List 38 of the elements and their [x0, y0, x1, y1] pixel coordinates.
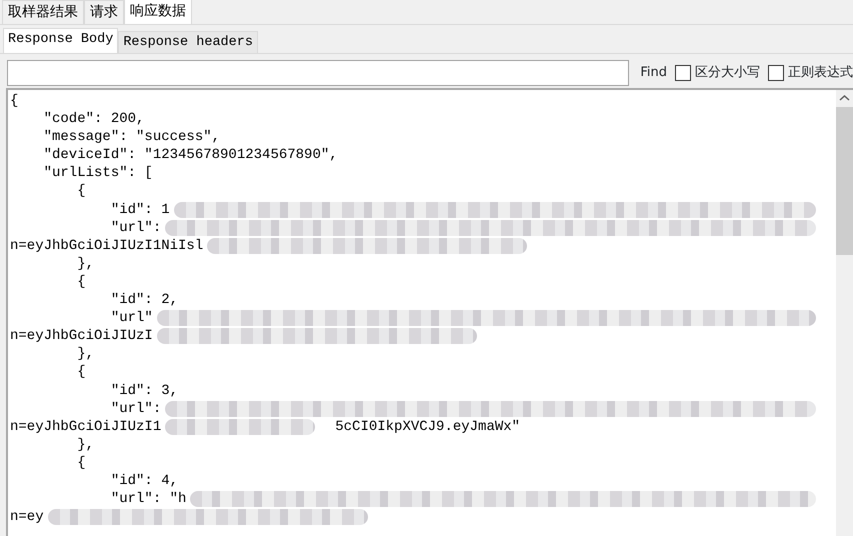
checkbox[interactable] [675, 65, 691, 81]
code-line: { [76, 182, 86, 201]
checkbox-label: 区分大小写 [695, 64, 760, 82]
code-line: }, [76, 254, 94, 273]
checkbox[interactable] [768, 65, 784, 81]
code-line: "id": 3, [110, 382, 178, 400]
code-line: "url": [110, 218, 162, 237]
code-line: "url": "h [110, 490, 186, 508]
tab[interactable]: 请求 [84, 0, 124, 24]
tab[interactable]: 响应数据 [124, 0, 192, 24]
tab[interactable]: Response Body [3, 28, 118, 53]
code-line: }, [76, 345, 94, 364]
code-line: }, [76, 436, 94, 454]
checkbox-label: 正则表达式 [788, 64, 853, 82]
search-field[interactable] [7, 60, 630, 86]
code-line: "urlLists": [ [42, 164, 153, 182]
code-line: "id": 2, [110, 291, 178, 310]
code-line: n=eyJhbGciOiJIUzI1NiIsl [10, 236, 204, 255]
code-line: n=eyJhbGciOiJIUzI [10, 327, 153, 346]
code-line: "id": 4, [110, 472, 178, 490]
code-line: "id": 1 [110, 200, 170, 219]
code-line: { [76, 272, 86, 292]
code-line: "message": "success", [42, 128, 220, 146]
code-line: "code": 200, [42, 110, 144, 128]
code-line: n=eyJhbGciOiJIUzI1 [10, 418, 162, 436]
code-line: { [76, 454, 86, 472]
scrollbar-thumb[interactable] [836, 107, 853, 255]
code-line: 5cCI0IkpXVCJ9.eyJmaWx" [335, 418, 520, 436]
code-line: "url": [110, 400, 162, 418]
tab[interactable]: Response headers [118, 31, 258, 53]
code-line: { [10, 92, 18, 110]
code-line: n=ey [10, 508, 44, 526]
tab[interactable]: 取样器结果 [2, 0, 84, 24]
scrollbar[interactable] [836, 90, 853, 536]
code-line: "url" [110, 309, 153, 328]
code-line: "deviceId": "12345678901234567890", [42, 146, 338, 164]
code-line: { [76, 363, 86, 382]
find-label: Find [640, 64, 667, 82]
